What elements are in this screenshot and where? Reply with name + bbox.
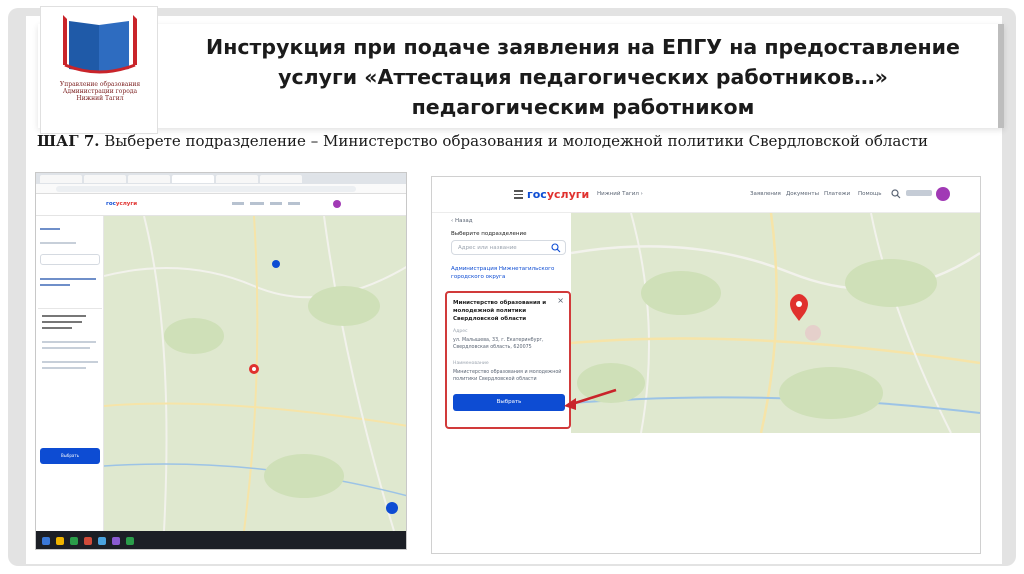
gosuslugi-header: госуслуги Нижний Тагил › Заявления Докум… — [432, 177, 980, 213]
app-icon — [126, 537, 134, 545]
department-panel: ‹ Назад Выберите подразделение Адрес или… — [445, 213, 571, 433]
selected-department-card: Министерство образования и молодежной по… — [445, 291, 571, 429]
book-logo-icon — [63, 15, 137, 74]
browser-tab — [128, 175, 170, 183]
nav-payments[interactable]: Платежи — [824, 191, 850, 197]
card-text-line — [42, 341, 96, 343]
gosuslugi-header-left: госуслуги — [36, 194, 406, 216]
app-icon — [84, 537, 92, 545]
gosuslugi-logo[interactable]: госуслуги — [527, 188, 589, 201]
explorer-icon — [56, 537, 64, 545]
gosuslugi-screenshot-right: госуслуги Нижний Тагил › Заявления Докум… — [431, 176, 981, 554]
close-icon[interactable]: × — [557, 297, 564, 305]
hamburger-menu-icon[interactable] — [514, 190, 523, 199]
map-left — [104, 216, 406, 531]
address-search-input[interactable]: Адрес или название — [451, 240, 566, 255]
back-link[interactable]: ‹ Назад — [451, 218, 473, 224]
step-label: ШАГ 7. — [37, 132, 100, 150]
browser-tab — [260, 175, 302, 183]
avatar[interactable] — [936, 187, 950, 201]
search-placeholder: Адрес или название — [458, 245, 517, 251]
chrome-icon — [70, 537, 78, 545]
nav-documents[interactable]: Документы — [786, 191, 819, 197]
side-panel-left: Выбрать — [36, 216, 104, 531]
search-input-left — [40, 254, 100, 265]
select-button[interactable]: Выбрать — [453, 394, 565, 411]
app-icon — [112, 537, 120, 545]
browser-tabbar — [36, 173, 406, 184]
admin-department-link[interactable]: Администрация Нижнетагильского городског… — [451, 265, 566, 281]
user-name[interactable] — [906, 190, 932, 196]
browser-address-bar — [36, 184, 406, 194]
brand-part-b: услуги — [115, 201, 138, 207]
card-text-line — [42, 367, 86, 369]
url-field — [56, 186, 356, 192]
address-value: ул. Малышева, 33, г. Екатеринбург, Сверд… — [453, 338, 544, 350]
select-button-left: Выбрать — [40, 448, 100, 464]
select-department-label: Выберите подразделение — [451, 231, 527, 237]
browser-tab — [216, 175, 258, 183]
browser-tab — [84, 175, 126, 183]
nav-applications[interactable]: Заявления — [750, 191, 781, 197]
name-value: Министерство образования и молодежной по… — [453, 370, 562, 382]
card-title-line — [42, 315, 86, 317]
card-text-line — [42, 347, 90, 349]
card-title-line — [42, 321, 82, 323]
logo-caption-line1: Управление образования — [59, 81, 141, 88]
slide-title: Инструкция при подаче заявления на ЕПГУ … — [168, 32, 998, 122]
nav-item — [232, 202, 244, 205]
location-selector[interactable]: Нижний Тагил › — [597, 191, 643, 197]
windows-taskbar — [36, 531, 406, 549]
gosuslugi-logo-left: госуслуги — [106, 201, 137, 207]
browser-screenshot-left: госуслуги Выбрать — [35, 172, 407, 550]
avatar — [333, 200, 341, 208]
location-marker-icon — [790, 294, 808, 321]
start-icon — [42, 537, 50, 545]
card-text-line — [42, 361, 98, 363]
brand-part-b: услуги — [546, 188, 590, 201]
logo-caption-line2: Администрации города — [62, 88, 138, 95]
nav-item — [270, 202, 282, 205]
logo-caption-line3: Нижний Тагил — [76, 95, 124, 102]
step-description: Выберете подразделение – Министерство об… — [99, 132, 929, 150]
title-line-1: Инструкция при подаче заявления на ЕПГУ … — [206, 35, 960, 59]
map[interactable] — [571, 213, 980, 433]
browser-tab — [40, 175, 82, 183]
organization-logo: Управление образования Администрации гор… — [40, 6, 158, 134]
department-title: Министерство образования и молодежной по… — [453, 300, 547, 322]
admin-link-left — [40, 278, 96, 280]
title-line-3: педагогическим работником — [411, 95, 755, 119]
nav-item — [250, 202, 264, 205]
brand-part-a: гос — [106, 201, 116, 207]
admin-link-left-2 — [40, 284, 70, 286]
app-icon — [98, 537, 106, 545]
nav-help[interactable]: Помощь — [858, 191, 881, 197]
browser-tab-active — [172, 175, 214, 183]
highlight-arrow-icon — [564, 388, 617, 410]
title-line-2: услуги «Аттестация педагогических работн… — [278, 65, 888, 89]
panel-label — [40, 242, 76, 244]
search-icon[interactable] — [551, 243, 561, 253]
address-label: Адрес — [453, 329, 468, 334]
nav-item — [288, 202, 300, 205]
map-canvas — [571, 213, 980, 433]
card-title-line — [42, 327, 72, 329]
step-instruction: ШАГ 7. Выберете подразделение – Министер… — [37, 132, 997, 150]
selected-card-left — [38, 308, 102, 398]
back-link — [40, 228, 60, 230]
map-left-canvas — [104, 216, 406, 531]
name-label: Наименование — [453, 361, 489, 366]
brand-part-a: гос — [527, 188, 547, 201]
search-icon[interactable] — [891, 189, 901, 199]
